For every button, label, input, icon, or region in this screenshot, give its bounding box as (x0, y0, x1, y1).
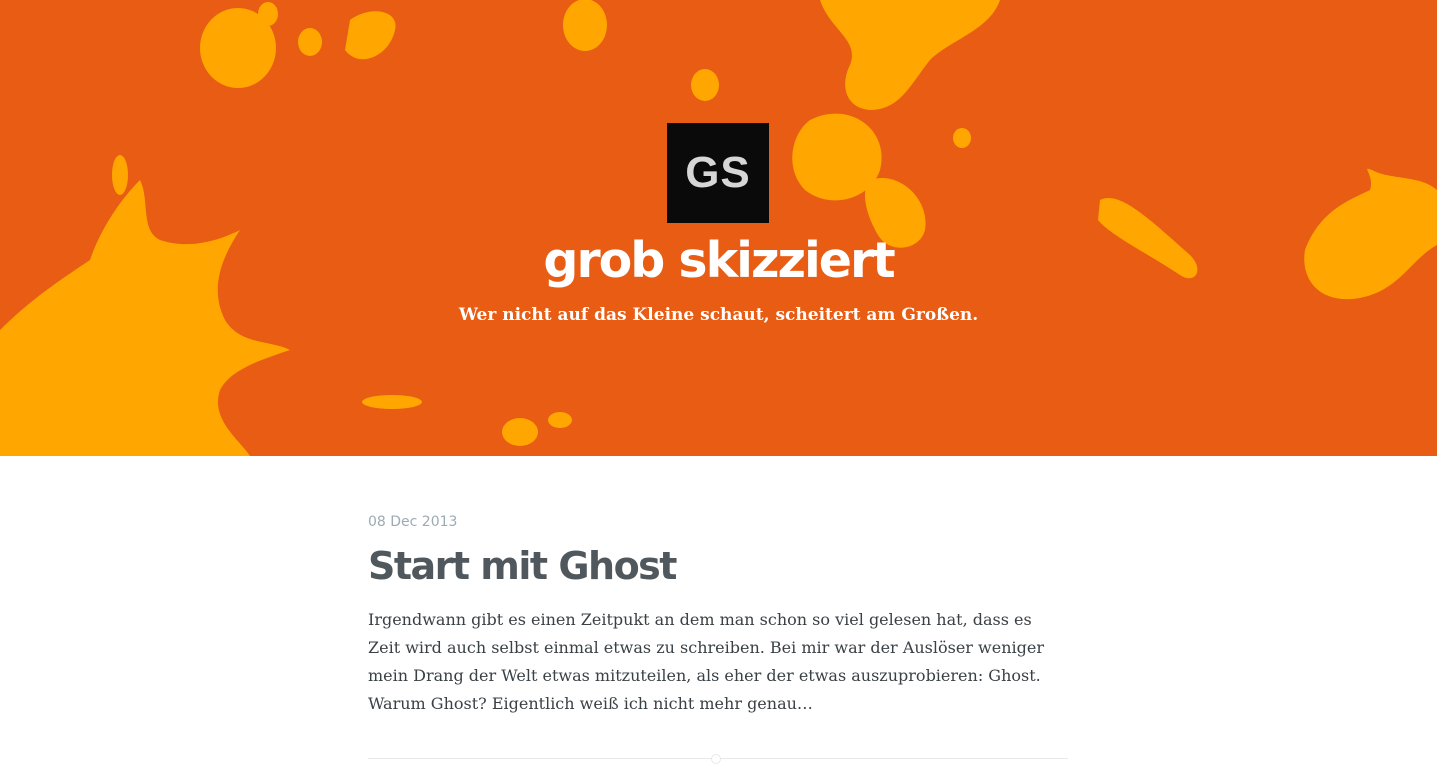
post-list: 08 Dec 2013 Start mit Ghost Irgendwann g… (0, 456, 1437, 764)
post-title-link[interactable]: Start mit Ghost (368, 540, 1068, 592)
post-item: 08 Dec 2013 Start mit Ghost Irgendwann g… (368, 514, 1068, 718)
post-date: 08 Dec 2013 (368, 514, 458, 530)
divider-dot-icon (711, 754, 721, 764)
header-content: GS grob skizziert Wer nicht auf das Klei… (0, 0, 1437, 456)
post-excerpt: Irgendwann gibt es einen Zeitpukt an dem… (368, 610, 1044, 713)
blog-tagline: Wer nicht auf das Kleine schaut, scheite… (458, 305, 979, 325)
blog-title[interactable]: grob skizziert (0, 232, 1437, 289)
blog-header: GS grob skizziert Wer nicht auf das Klei… (0, 0, 1437, 456)
logo-text: GS (685, 148, 751, 197)
blog-logo[interactable]: GS (667, 123, 769, 223)
